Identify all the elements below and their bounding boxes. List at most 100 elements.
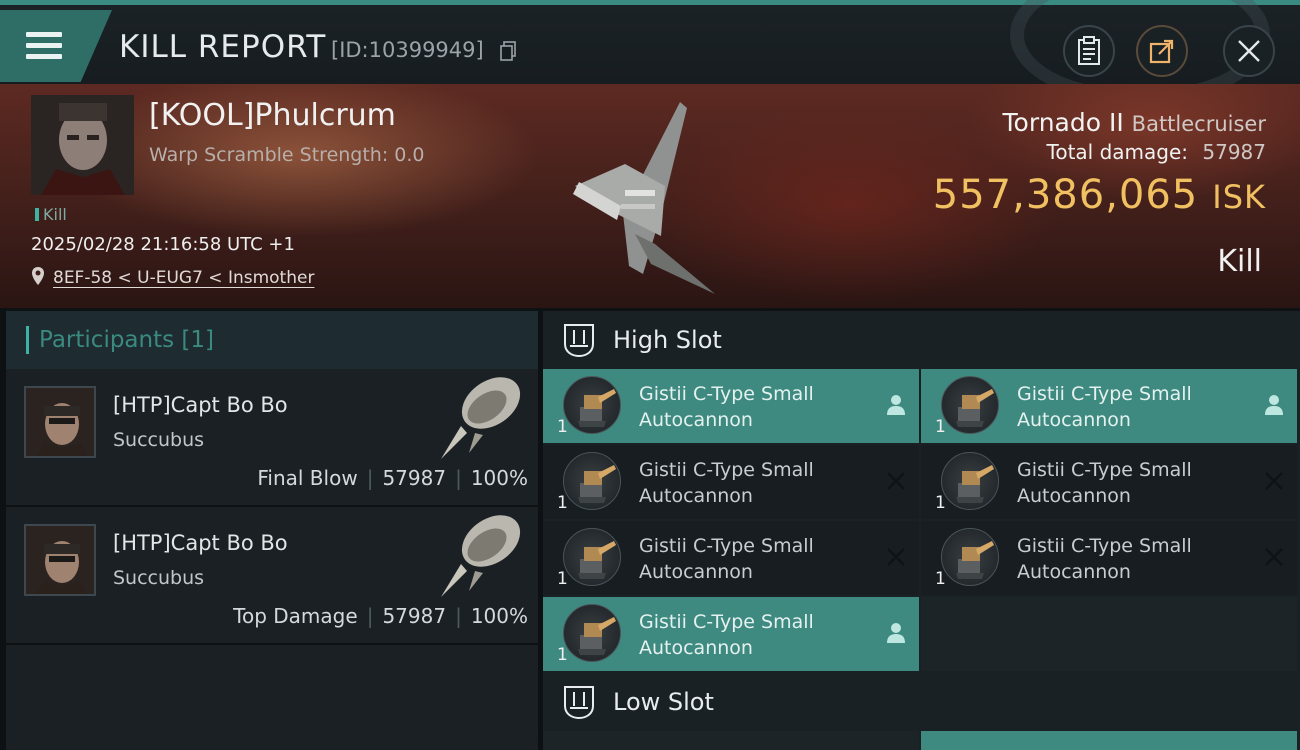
location-pin-icon: [32, 267, 44, 285]
kill-tag: Kill: [35, 205, 67, 224]
participants-header: Participants [1]: [6, 311, 538, 369]
module-name: Gistii C-Type Small Autocannon: [1017, 457, 1237, 509]
kill-timestamp: 2025/02/28 21:16:58 UTC +1: [31, 234, 295, 255]
module-name-line1: Gistii C-Type Small: [1017, 459, 1192, 481]
module-tile[interactable]: 1 Gistii C-Type Small Autocannon: [921, 369, 1297, 443]
dropped-person-icon: [887, 395, 905, 415]
low-slot-item[interactable]: [543, 731, 919, 750]
low-slot-header: Low Slot: [543, 673, 1300, 731]
menu-icon: [26, 32, 62, 62]
clipboard-icon: [1078, 36, 1100, 65]
module-name: Gistii C-Type Small Autocannon: [639, 381, 859, 433]
victim-portrait[interactable]: [31, 95, 134, 195]
participant-ship: Succubus: [113, 429, 205, 451]
module-name-line2: Autocannon: [1017, 485, 1131, 507]
autocannon-icon: [563, 376, 621, 434]
module-name-line1: Gistii C-Type Small: [1017, 535, 1192, 557]
module-tile[interactable]: 1 Gistii C-Type Small Autocannon: [921, 445, 1297, 519]
module-name-line2: Autocannon: [1017, 561, 1131, 583]
module-tile[interactable]: 1 Gistii C-Type Small Autocannon: [543, 521, 919, 595]
victim-name[interactable]: [KOOL]Phulcrum: [149, 98, 396, 133]
participants-empty-area: [6, 645, 538, 750]
empty-slot: [921, 597, 1297, 671]
clipboard-button[interactable]: [1063, 25, 1115, 77]
low-slot-icon: [564, 686, 594, 720]
low-slot-grid: [543, 731, 1300, 750]
window-header: KILL REPORT [ID:10399949]: [0, 0, 1300, 105]
low-slot-item[interactable]: [921, 731, 1297, 750]
low-slot-title: Low Slot: [613, 688, 714, 716]
module-name-line2: Autocannon: [639, 561, 753, 583]
dropped-person-icon: [1265, 395, 1283, 415]
autocannon-icon: [941, 452, 999, 510]
participant-role: Final Blow: [257, 466, 358, 490]
fitting-panel: High Slot 1 Gistii C-Type Small Autocannon…: [543, 311, 1300, 750]
result-label: Kill: [1217, 244, 1262, 279]
participant-percent: 100%: [470, 604, 528, 628]
share-icon: [1149, 39, 1174, 64]
participants-panel: Participants [1] [HTP]Capt Bo Bo Succubu…: [6, 311, 538, 750]
succubus-ship-icon: [441, 377, 521, 459]
module-name-line2: Autocannon: [639, 409, 753, 431]
avatar: [24, 524, 96, 596]
module-tile[interactable]: 1 Gistii C-Type Small Autocannon: [543, 597, 919, 671]
copy-icon[interactable]: [500, 41, 516, 61]
ship-name: Tornado II: [1002, 108, 1124, 137]
module-tile[interactable]: 1 Gistii C-Type Small Autocannon: [543, 445, 919, 519]
autocannon-icon: [563, 452, 621, 510]
participant-ship: Succubus: [113, 567, 205, 589]
participant-row[interactable]: [HTP]Capt Bo Bo Succubus Final Blow | 57…: [6, 369, 538, 507]
module-name: Gistii C-Type Small Autocannon: [1017, 533, 1237, 585]
module-quantity: 1: [557, 645, 568, 665]
victim-ship: Tornado II Battlecruiser: [1003, 108, 1266, 137]
isk-unit: ISK: [1212, 178, 1266, 216]
isk-amount: 557,386,065: [932, 172, 1199, 218]
participant-damage: 57987: [382, 466, 447, 490]
participant-stats: Final Blow | 57987 | 100%: [257, 466, 528, 490]
warp-scramble-strength: Warp Scramble Strength: 0.0: [149, 144, 425, 166]
kill-location[interactable]: 8EF-58 < U-EUG7 < Insmother: [31, 266, 314, 288]
separator: |: [455, 466, 462, 490]
menu-button[interactable]: [0, 10, 112, 82]
autocannon-icon: [563, 604, 621, 662]
module-quantity: 1: [935, 569, 946, 589]
participant-name[interactable]: [HTP]Capt Bo Bo: [113, 531, 288, 555]
module-quantity: 1: [935, 417, 946, 437]
module-name: Gistii C-Type Small Autocannon: [639, 609, 859, 661]
high-slot-title: High Slot: [613, 326, 722, 354]
module-name-line1: Gistii C-Type Small: [639, 535, 814, 557]
module-name: Gistii C-Type Small Autocannon: [639, 457, 859, 509]
module-quantity: 1: [935, 493, 946, 513]
module-name-line2: Autocannon: [1017, 409, 1131, 431]
module-name-line1: Gistii C-Type Small: [1017, 383, 1192, 405]
destroyed-x-icon: [887, 548, 905, 566]
module-name: Gistii C-Type Small Autocannon: [1017, 381, 1237, 433]
module-tile[interactable]: 1 Gistii C-Type Small Autocannon: [543, 369, 919, 443]
destroyed-x-icon: [1265, 548, 1283, 566]
page-title: KILL REPORT: [119, 29, 327, 65]
close-button[interactable]: [1223, 25, 1275, 77]
participant-stats: Top Damage | 57987 | 100%: [233, 604, 528, 628]
module-quantity: 1: [557, 493, 568, 513]
module-quantity: 1: [557, 417, 568, 437]
pilot-portrait-image: [31, 95, 134, 195]
ship-render: [573, 102, 715, 294]
separator: |: [455, 604, 462, 628]
module-name-line1: Gistii C-Type Small: [639, 459, 814, 481]
module-name: Gistii C-Type Small Autocannon: [639, 533, 859, 585]
module-name-line1: Gistii C-Type Small: [639, 383, 814, 405]
module-quantity: 1: [557, 569, 568, 589]
autocannon-icon: [941, 528, 999, 586]
participant-row[interactable]: [HTP]Capt Bo Bo Succubus Top Damage | 57…: [6, 507, 538, 645]
destroyed-x-icon: [1265, 472, 1283, 490]
location-link[interactable]: 8EF-58 < U-EUG7 < Insmother: [53, 268, 314, 288]
high-slot-grid: 1 Gistii C-Type Small Autocannon 1 Gistii C-…: [543, 369, 1300, 671]
participant-name[interactable]: [HTP]Capt Bo Bo: [113, 393, 288, 417]
isk-value: 557,386,065 ISK: [933, 172, 1266, 218]
participant-role: Top Damage: [233, 604, 358, 628]
ship-class: Battlecruiser: [1131, 112, 1266, 136]
module-tile[interactable]: 1 Gistii C-Type Small Autocannon: [921, 521, 1297, 595]
share-button[interactable]: [1136, 25, 1188, 77]
separator: |: [366, 466, 374, 490]
total-damage-label: Total damage:: [1046, 140, 1189, 164]
